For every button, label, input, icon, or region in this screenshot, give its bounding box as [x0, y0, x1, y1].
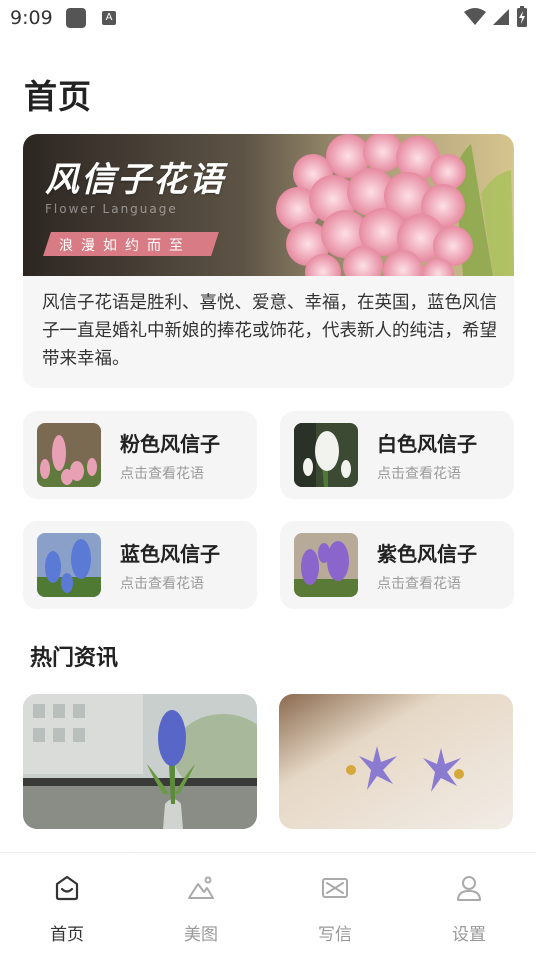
status-bar: 9:09 A — [0, 0, 536, 36]
nav-item-settings[interactable]: 设置 — [402, 853, 536, 953]
variety-name: 蓝色风信子 — [120, 542, 220, 566]
battery-icon — [517, 6, 527, 27]
variety-name: 紫色风信子 — [377, 542, 477, 566]
variety-card-purple[interactable]: 紫色风信子 点击查看花语 — [280, 521, 514, 609]
variety-hint: 点击查看花语 — [120, 576, 204, 592]
blue-hyacinth-thumbnail — [37, 533, 101, 597]
banner-title: 风信子花语 — [45, 160, 225, 200]
variety-card-white[interactable]: 白色风信子 点击查看花语 — [280, 411, 514, 499]
hyacinth-banner: 风信子花语 Flower Language 浪漫如约而至 — [23, 134, 514, 276]
nav-label: 设置 — [452, 925, 486, 945]
nav-label: 写信 — [318, 925, 352, 945]
nav-item-home[interactable]: 首页 — [0, 853, 134, 953]
variety-hint: 点击查看花语 — [120, 466, 204, 482]
nav-item-gallery[interactable]: 美图 — [134, 853, 268, 953]
mail-icon — [322, 878, 348, 898]
wifi-icon — [464, 8, 486, 25]
pink-hyacinth-thumbnail — [37, 423, 101, 487]
status-time: 9:09 — [10, 7, 53, 29]
news-image-2 — [279, 694, 513, 829]
home-icon — [55, 875, 79, 901]
news-card-image[interactable] — [279, 694, 513, 829]
flower-language-card[interactable]: 风信子花语 Flower Language 浪漫如约而至 风信子花语是胜利、喜悦… — [23, 134, 514, 388]
news-image-1 — [23, 694, 257, 829]
variety-hint: 点击查看花语 — [377, 576, 461, 592]
page-title: 首页 — [24, 77, 92, 116]
notification-app-icon — [66, 8, 86, 28]
hot-news-title: 热门资讯 — [30, 646, 119, 671]
variety-name: 粉色风信子 — [120, 432, 220, 456]
variety-hint: 点击查看花语 — [377, 466, 461, 482]
status-icons — [464, 6, 528, 28]
banner-tag: 浪漫如约而至 — [59, 238, 191, 254]
banner-subtitle: Flower Language — [45, 202, 178, 216]
news-card-image[interactable] — [23, 694, 257, 829]
mountain-image-icon — [188, 876, 214, 899]
variety-card-blue[interactable]: 蓝色风信子 点击查看花语 — [23, 521, 257, 609]
purple-hyacinth-thumbnail — [294, 533, 358, 597]
keyboard-a-icon: A — [102, 11, 116, 25]
signal-icon — [493, 9, 509, 25]
bottom-navigation: 首页 美图 写信 设置 — [0, 852, 536, 953]
user-icon — [457, 876, 481, 901]
flower-language-description: 风信子花语是胜利、喜悦、爱意、幸福，在英国，蓝色风信子一直是婚礼中新娘的捧花或饰… — [42, 293, 497, 369]
white-hyacinth-thumbnail — [294, 423, 358, 487]
variety-card-pink[interactable]: 粉色风信子 点击查看花语 — [23, 411, 257, 499]
nav-item-write[interactable]: 写信 — [268, 853, 402, 953]
variety-name: 白色风信子 — [377, 432, 477, 456]
nav-label: 美图 — [184, 925, 218, 945]
nav-label: 首页 — [50, 925, 84, 945]
